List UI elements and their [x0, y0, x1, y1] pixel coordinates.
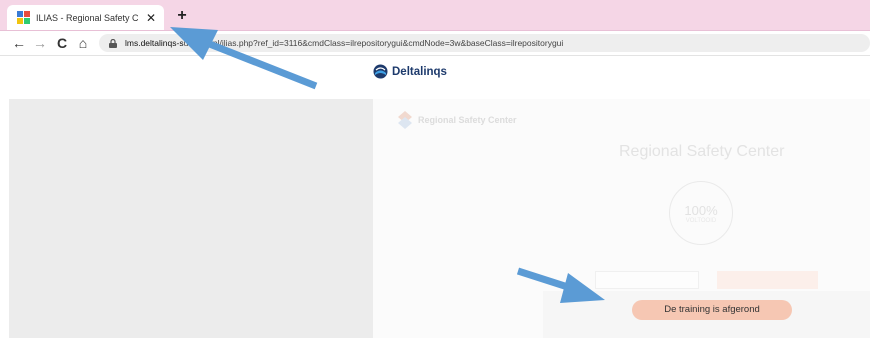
arrow-to-completed-icon — [516, 267, 605, 303]
arrow-to-tab-icon — [170, 27, 318, 90]
annotation-arrows — [170, 27, 605, 303]
